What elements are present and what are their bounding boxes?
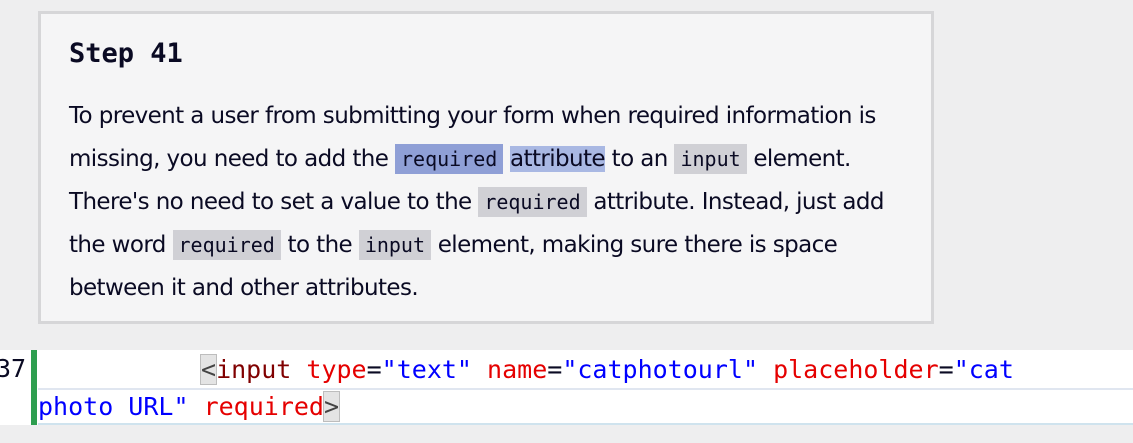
- code-required: required: [394, 144, 504, 174]
- attr-placeholder: placeholder: [773, 355, 939, 384]
- code-input: input: [674, 144, 747, 174]
- value-placeholder-cont: photo URL": [38, 392, 189, 421]
- desc-text: to the: [280, 232, 359, 258]
- step-title: Step 41: [69, 38, 183, 69]
- step-description: To prevent a user from submitting your f…: [69, 95, 903, 310]
- attr-required: required: [203, 392, 324, 421]
- equals: =: [938, 355, 954, 384]
- code-line-1[interactable]: <input type="text" name="catphotourl" pl…: [38, 353, 1133, 386]
- code-required: required: [172, 230, 281, 260]
- tag-name: input: [216, 355, 292, 384]
- attr-name: name: [487, 355, 548, 384]
- highlighted-word: attribute: [510, 146, 606, 172]
- desc-text: to an: [604, 146, 675, 172]
- code-line-1-wrap[interactable]: photo URL" required>: [38, 388, 1133, 425]
- bracket-open: <: [199, 354, 218, 385]
- modified-line-indicator: [31, 350, 37, 425]
- code-input: input: [358, 230, 432, 260]
- code-required: required: [478, 187, 587, 217]
- equals: =: [366, 355, 382, 384]
- value-type: "text": [381, 355, 472, 384]
- line-number: 37: [0, 354, 27, 383]
- instructions-panel: Step 41 To prevent a user from submittin…: [38, 11, 934, 324]
- value-placeholder: "cat: [953, 355, 1014, 384]
- bracket-close: >: [322, 391, 341, 422]
- equals: =: [547, 355, 563, 384]
- attr-type: type: [306, 355, 367, 384]
- value-name: "catphotourl": [562, 355, 758, 384]
- code-editor[interactable]: 37 <input type="text" name="catphotourl"…: [0, 350, 1133, 425]
